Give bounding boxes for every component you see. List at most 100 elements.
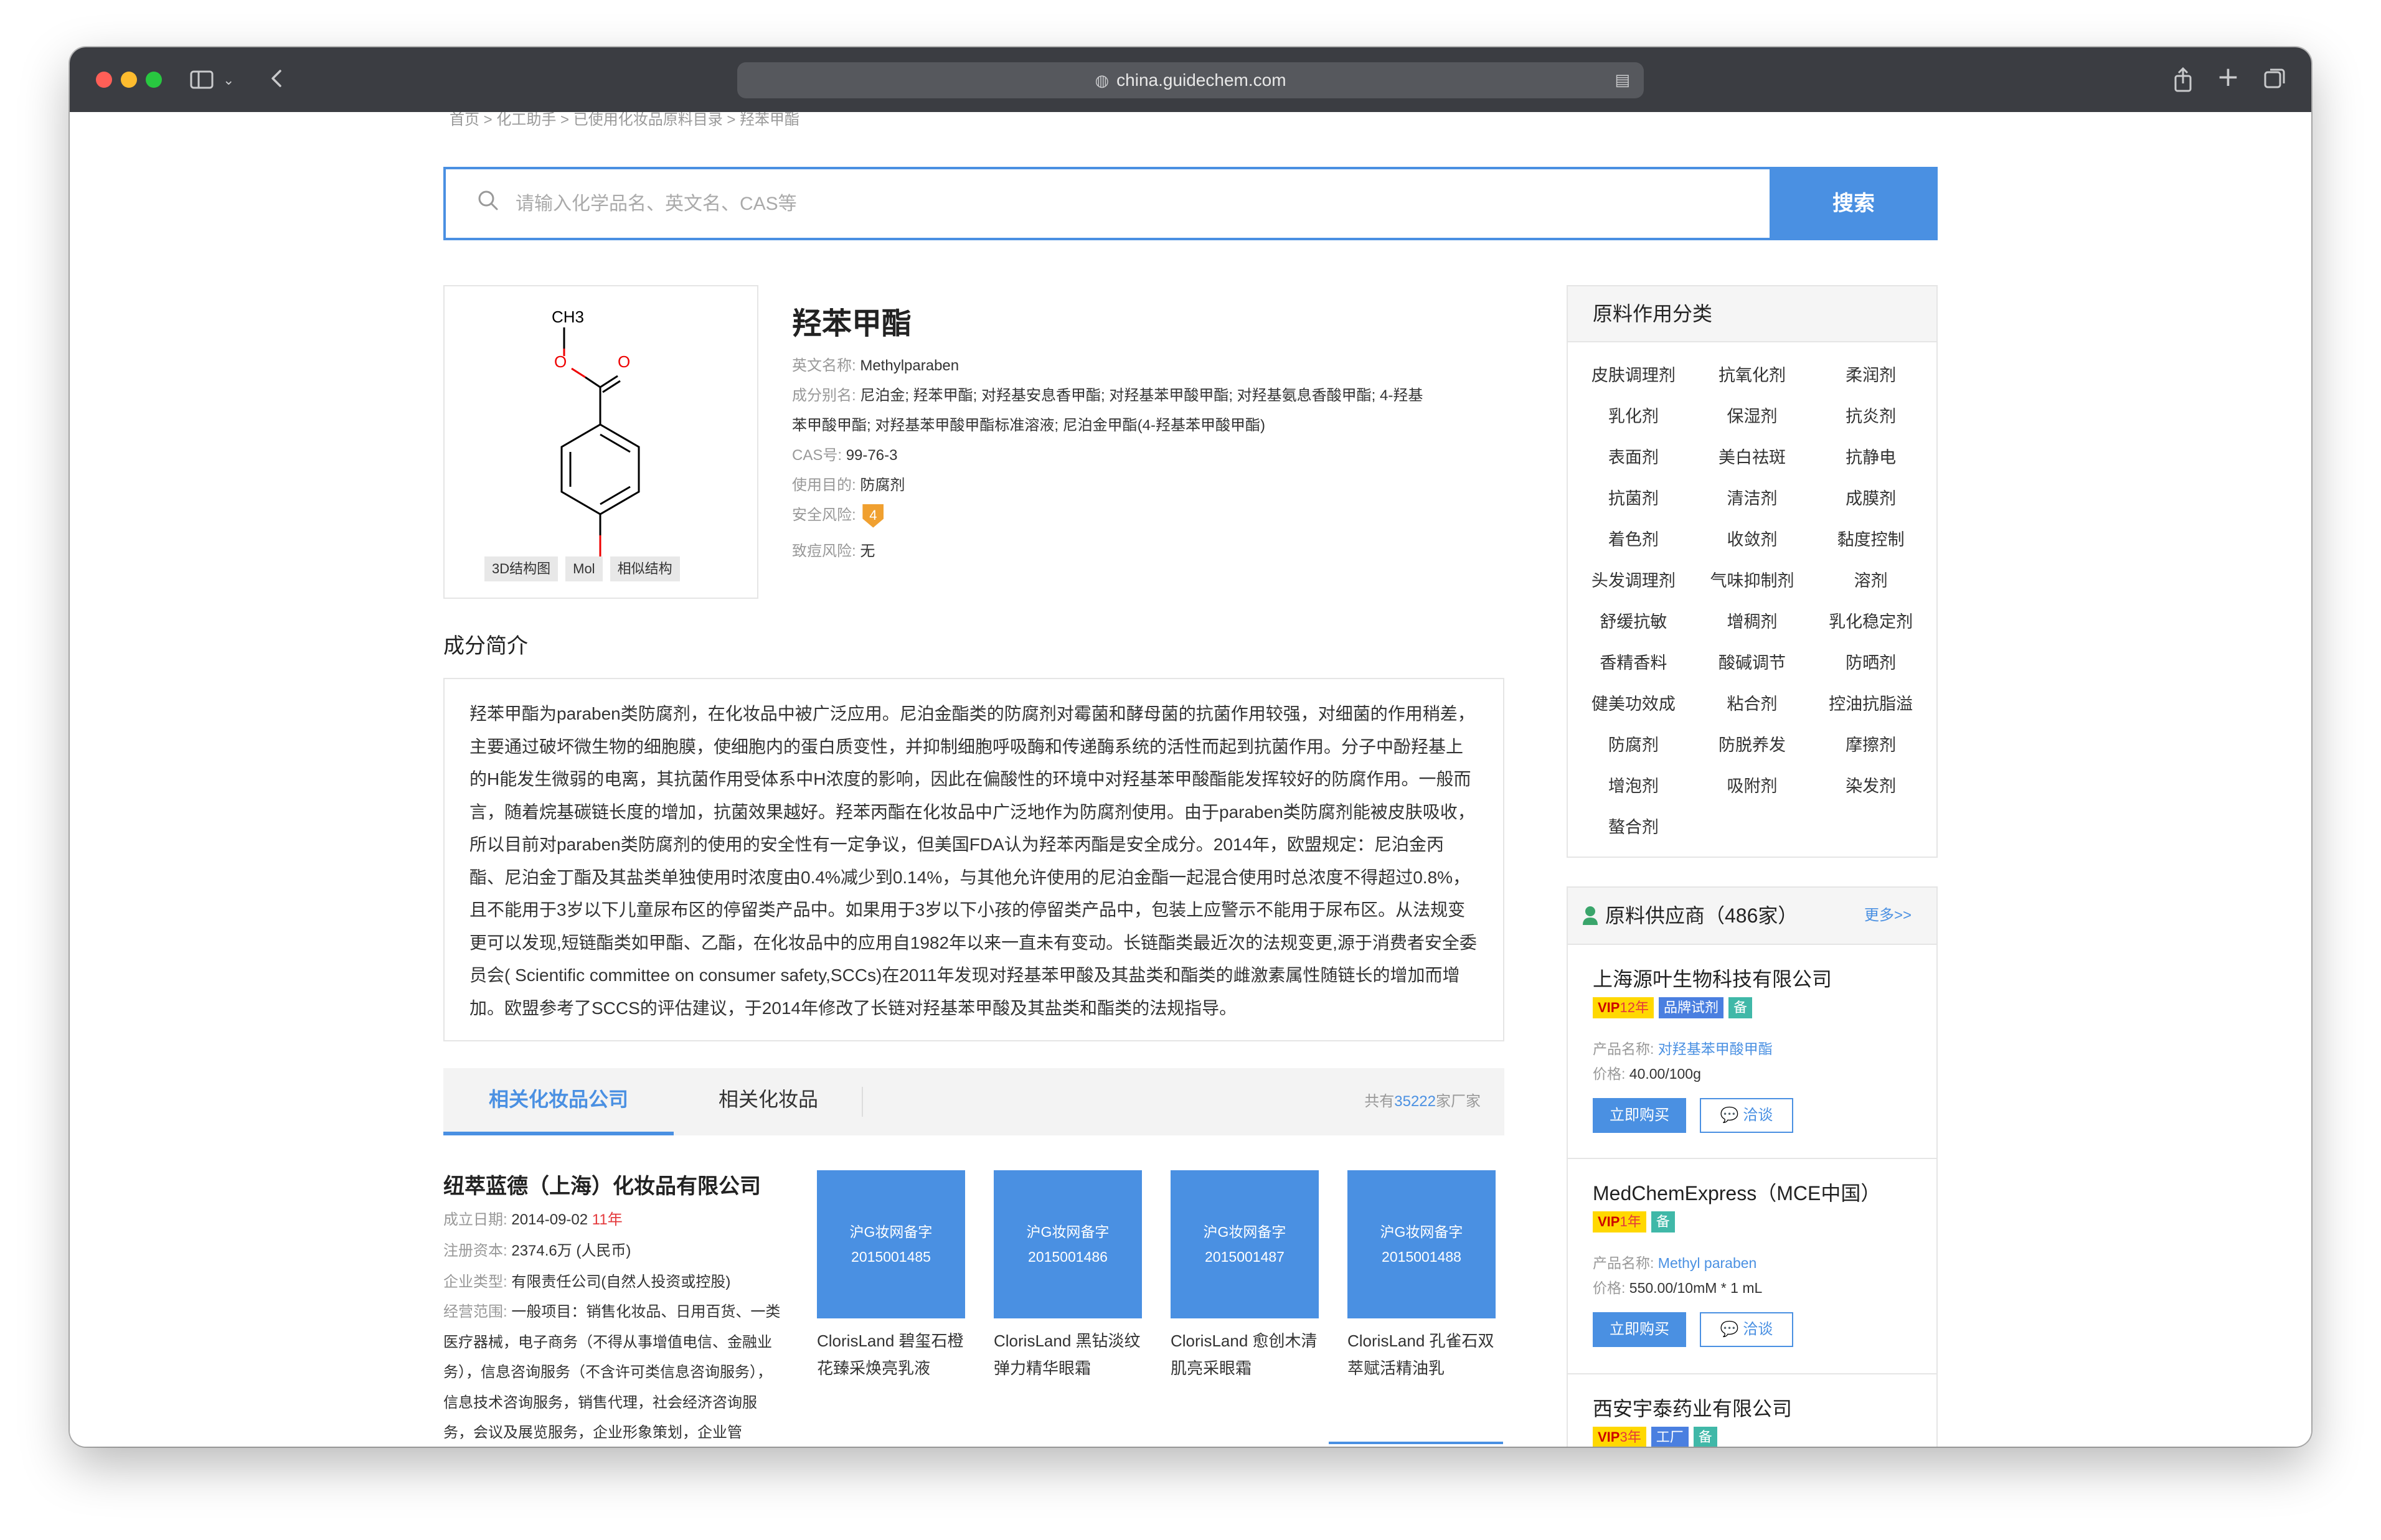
- vip-badge: VIP12年: [1593, 997, 1654, 1018]
- category-item[interactable]: 美白祛斑: [1693, 437, 1812, 478]
- mol-tab[interactable]: Mol: [565, 556, 603, 581]
- intro-text: 羟苯甲酯为paraben类防腐剂，在化妆品中被广泛应用。尼泊金酯类的防腐剂对霉菌…: [469, 704, 1477, 1018]
- supplier-card: 西安宇泰药业有限公司 VIP3年 工厂 备: [1568, 1374, 1936, 1447]
- alias-row: 成分别名: 尼泊金; 羟苯甲酯; 对羟基安息香甲酯; 对羟基苯甲酸甲酯; 对羟基…: [792, 387, 1423, 404]
- breadcrumb[interactable]: 首页 > 化工助手 > 已使用化妆品原料目录 > 羟苯甲酯: [450, 112, 799, 129]
- factory-badge: 工厂: [1651, 1427, 1689, 1447]
- category-item[interactable]: 着色剂: [1574, 519, 1693, 560]
- share-icon[interactable]: [2172, 66, 2194, 92]
- category-item[interactable]: 乳化剂: [1574, 396, 1693, 437]
- category-item[interactable]: 螯合剂: [1574, 807, 1693, 848]
- category-item[interactable]: 防腐剂: [1574, 725, 1693, 766]
- supplier-panel: 原料供应商（486家） 更多>> 上海源叶生物科技有限公司 VIP12年 品牌试…: [1567, 886, 1938, 1447]
- supplier-card: MedChemExpress（MCE中国） VIP1年 备 产品名称: Meth…: [1568, 1159, 1936, 1374]
- more-suppliers-link[interactable]: 更多>>: [1864, 888, 1912, 944]
- close-window-button[interactable]: [96, 72, 112, 88]
- category-item[interactable]: 吸附剂: [1693, 766, 1812, 807]
- product-card[interactable]: 沪G妆网备字 2015001485 ClorisLand 碧玺石橙花臻采焕亮乳液: [817, 1170, 973, 1382]
- risk-badge: 4: [862, 504, 884, 528]
- category-item[interactable]: 粘合剂: [1693, 683, 1812, 725]
- product-card[interactable]: 沪G妆网备字 2015001487 ClorisLand 愈创木清肌亮采眼霜: [1171, 1170, 1326, 1382]
- category-item[interactable]: 摩擦剂: [1811, 725, 1930, 766]
- buy-now-button[interactable]: 立即购买: [1593, 1312, 1686, 1347]
- supplier-name[interactable]: 西安宇泰药业有限公司: [1593, 1393, 1792, 1422]
- category-item[interactable]: 抗静电: [1811, 437, 1930, 478]
- cas-row: CAS号: 99-76-3: [792, 447, 898, 464]
- search-input[interactable]: [514, 182, 1700, 227]
- category-item[interactable]: 成膜剂: [1811, 478, 1930, 519]
- category-item[interactable]: 酸碱调节: [1693, 642, 1812, 683]
- back-icon[interactable]: [268, 66, 286, 91]
- new-tab-icon[interactable]: +: [2217, 63, 2240, 91]
- category-item[interactable]: 清洁剂: [1693, 478, 1812, 519]
- product-card[interactable]: 沪G妆网备字 2015001488 ClorisLand 孔雀石双萃赋活精油乳: [1347, 1170, 1503, 1382]
- chat-button[interactable]: 💬 洽谈: [1700, 1312, 1793, 1347]
- product-image: 沪G妆网备字 2015001486: [994, 1170, 1142, 1318]
- category-item[interactable]: 溶剂: [1811, 560, 1930, 601]
- search-button[interactable]: 搜索: [1770, 167, 1938, 240]
- category-item[interactable]: 健美功效成: [1574, 683, 1693, 725]
- intro-title: 成分简介: [443, 634, 528, 658]
- chevron-down-icon[interactable]: ⌄: [223, 68, 234, 93]
- safety-risk-row: 安全风险: 4: [792, 500, 884, 530]
- search-icon: [476, 188, 501, 220]
- buy-now-button[interactable]: 立即购买: [1593, 1098, 1686, 1133]
- category-item[interactable]: 增泡剂: [1574, 766, 1693, 807]
- product-name: ClorisLand 黑钻淡纹弹力精华眼霜: [994, 1331, 1141, 1378]
- category-item[interactable]: 乳化稳定剂: [1811, 601, 1930, 642]
- address-bar[interactable]: ◍ china.guidechem.com ▤: [737, 62, 1644, 98]
- zoom-window-button[interactable]: [146, 72, 162, 88]
- category-item[interactable]: 防脱养发: [1693, 725, 1812, 766]
- supplier-price: 价格: 40.00/100g: [1593, 1066, 1701, 1082]
- browser-window: ⌄ ◍ china.guidechem.com ▤ + 首页 > 化工助手 > 已…: [70, 47, 2311, 1447]
- english-name-row: 英文名称: Methylparaben: [792, 357, 959, 374]
- category-item[interactable]: 染发剂: [1811, 766, 1930, 807]
- supplier-name[interactable]: MedChemExpress（MCE中国）: [1593, 1178, 1880, 1206]
- alias-row-continued: 苯甲酸甲酯; 对羟基苯甲酸甲酯标准溶液; 尼泊金甲酯(4-羟基苯甲酸甲酯): [792, 417, 1265, 434]
- tab-divider: [862, 1087, 863, 1117]
- registered-badge: 备: [1651, 1211, 1675, 1232]
- category-item[interactable]: 收敛剂: [1693, 519, 1812, 560]
- company-name[interactable]: 纽萃蓝德（上海）化妆品有限公司: [443, 1169, 761, 1200]
- category-item[interactable]: 气味抑制剂: [1693, 560, 1812, 601]
- category-item[interactable]: 头发调理剂: [1574, 560, 1693, 601]
- category-item[interactable]: 香精香料: [1574, 642, 1693, 683]
- category-item[interactable]: 保湿剂: [1693, 396, 1812, 437]
- similar-structure-tab[interactable]: 相似结构: [610, 556, 680, 581]
- tab-overview-icon[interactable]: [2263, 66, 2288, 91]
- category-item[interactable]: 抗氧化剂: [1693, 355, 1812, 396]
- supplier-badges: VIP12年 品牌试剂 备: [1593, 997, 1752, 1018]
- category-item[interactable]: 柔润剂: [1811, 355, 1930, 396]
- category-item[interactable]: 控油抗脂溢: [1811, 683, 1930, 725]
- compound-title: 羟苯甲酯: [792, 308, 912, 340]
- chat-button[interactable]: 💬 洽谈: [1700, 1098, 1793, 1133]
- related-tabs: 相关化妆品公司 相关化妆品 共有35222家厂家: [443, 1068, 1504, 1135]
- category-item[interactable]: 抗菌剂: [1574, 478, 1693, 519]
- category-item[interactable]: 皮肤调理剂: [1574, 355, 1693, 396]
- sidebar-toggle-icon[interactable]: [189, 67, 214, 92]
- category-item[interactable]: 增稠剂: [1693, 601, 1812, 642]
- minimize-window-button[interactable]: [121, 72, 137, 88]
- methyl-label: CH3: [552, 308, 584, 326]
- category-item[interactable]: 舒缓抗敏: [1574, 601, 1693, 642]
- product-card[interactable]: 沪G妆网备字 2015001486 ClorisLand 黑钻淡纹弹力精华眼霜: [994, 1170, 1149, 1382]
- tab-related-companies[interactable]: 相关化妆品公司: [443, 1068, 674, 1135]
- category-grid: 皮肤调理剂 抗氧化剂 柔润剂 乳化剂 保湿剂 抗炎剂 表面剂 美白祛斑 抗静电 …: [1574, 355, 1930, 848]
- supplier-name[interactable]: 上海源叶生物科技有限公司: [1593, 964, 1832, 992]
- brand-badge: 品牌试剂: [1658, 997, 1723, 1018]
- oxygen-label: O: [554, 352, 567, 371]
- 3d-structure-tab[interactable]: 3D结构图: [484, 556, 559, 581]
- tab-related-products[interactable]: 相关化妆品: [674, 1068, 863, 1135]
- product-name: ClorisLand 愈创木清肌亮采眼霜: [1171, 1331, 1318, 1378]
- molecule-structure-icon: CH3 O O: [552, 308, 640, 560]
- reader-icon[interactable]: ▤: [1615, 68, 1630, 92]
- category-item[interactable]: 防晒剂: [1811, 642, 1930, 683]
- supplier-product: 产品名称: 对羟基苯甲酸甲酯: [1593, 1041, 1773, 1057]
- category-item[interactable]: 表面剂: [1574, 437, 1693, 478]
- capital-row: 注册资本: 2374.6万 (人民币): [443, 1242, 631, 1259]
- category-item[interactable]: 抗炎剂: [1811, 396, 1930, 437]
- category-header: 原料作用分类: [1568, 286, 1936, 342]
- purpose-row: 使用目的: 防腐剂: [792, 477, 905, 494]
- business-scope-row: 经营范围: 一般项目：销售化妆品、日用百货、一类医疗器械，电子商务（不得从事增值…: [443, 1303, 781, 1441]
- category-item[interactable]: 黏度控制: [1811, 519, 1930, 560]
